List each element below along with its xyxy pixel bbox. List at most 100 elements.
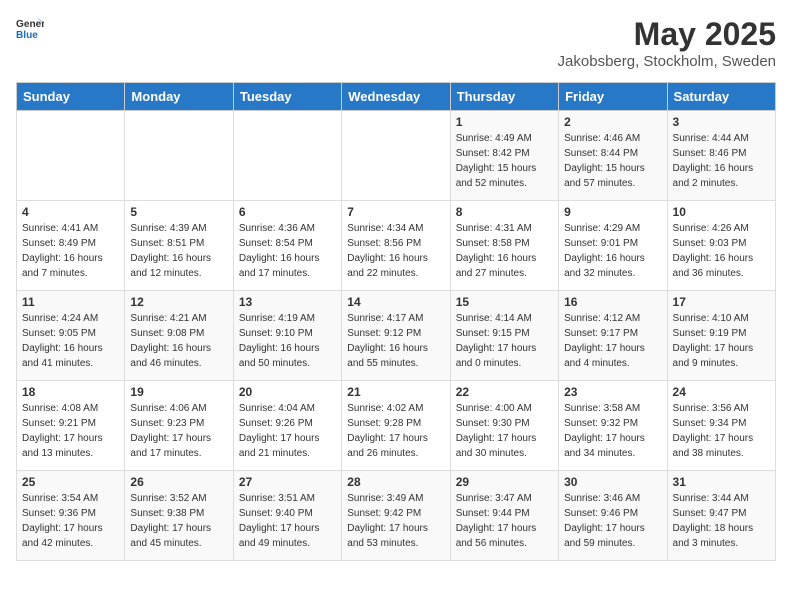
table-row: 3 Sunrise: 4:44 AMSunset: 8:46 PMDaylight… [667, 111, 775, 201]
day-info: Sunrise: 4:12 AMSunset: 9:17 PMDaylight:… [564, 311, 661, 371]
day-info: Sunrise: 3:58 AMSunset: 9:32 PMDaylight:… [564, 401, 661, 461]
calendar-week-row: 18 Sunrise: 4:08 AMSunset: 9:21 PMDayligh… [17, 381, 776, 471]
day-info: Sunrise: 4:02 AMSunset: 9:28 PMDaylight:… [347, 401, 444, 461]
day-info: Sunrise: 4:34 AMSunset: 8:56 PMDaylight:… [347, 221, 444, 281]
day-number: 18 [22, 385, 119, 399]
day-number: 15 [456, 295, 553, 309]
calendar-header-row: Sunday Monday Tuesday Wednesday Thursday… [17, 83, 776, 111]
day-number: 9 [564, 205, 661, 219]
table-row: 14 Sunrise: 4:17 AMSunset: 9:12 PMDayligh… [342, 291, 450, 381]
day-info: Sunrise: 4:14 AMSunset: 9:15 PMDaylight:… [456, 311, 553, 371]
location-subtitle: Jakobsberg, Stockholm, Sweden [558, 53, 776, 70]
day-info: Sunrise: 4:41 AMSunset: 8:49 PMDaylight:… [22, 221, 119, 281]
table-row: 27 Sunrise: 3:51 AMSunset: 9:40 PMDayligh… [233, 471, 341, 561]
table-row: 23 Sunrise: 3:58 AMSunset: 9:32 PMDayligh… [559, 381, 667, 471]
day-info: Sunrise: 4:31 AMSunset: 8:58 PMDaylight:… [456, 221, 553, 281]
day-number: 31 [673, 475, 770, 489]
day-number: 17 [673, 295, 770, 309]
day-number: 21 [347, 385, 444, 399]
day-number: 4 [22, 205, 119, 219]
day-info: Sunrise: 4:39 AMSunset: 8:51 PMDaylight:… [130, 221, 227, 281]
day-info: Sunrise: 4:04 AMSunset: 9:26 PMDaylight:… [239, 401, 336, 461]
day-info: Sunrise: 4:19 AMSunset: 9:10 PMDaylight:… [239, 311, 336, 371]
table-row: 11 Sunrise: 4:24 AMSunset: 9:05 PMDayligh… [17, 291, 125, 381]
table-row: 15 Sunrise: 4:14 AMSunset: 9:15 PMDayligh… [450, 291, 558, 381]
page-header: General Blue May 2025 Jakobsberg, Stockh… [16, 16, 776, 70]
day-number: 7 [347, 205, 444, 219]
day-number: 27 [239, 475, 336, 489]
day-info: Sunrise: 4:08 AMSunset: 9:21 PMDaylight:… [22, 401, 119, 461]
day-info: Sunrise: 3:52 AMSunset: 9:38 PMDaylight:… [130, 491, 227, 551]
table-row: 7 Sunrise: 4:34 AMSunset: 8:56 PMDaylight… [342, 201, 450, 291]
table-row: 19Sunrise: 4:06 AMSunset: 9:23 PMDayligh… [125, 381, 233, 471]
title-block: May 2025 Jakobsberg, Stockholm, Sweden [558, 16, 776, 70]
day-info: Sunrise: 3:49 AMSunset: 9:42 PMDaylight:… [347, 491, 444, 551]
table-row: 16 Sunrise: 4:12 AMSunset: 9:17 PMDayligh… [559, 291, 667, 381]
calendar-table: Sunday Monday Tuesday Wednesday Thursday… [16, 82, 776, 561]
day-info: Sunrise: 4:00 AMSunset: 9:30 PMDaylight:… [456, 401, 553, 461]
day-info: Sunrise: 4:36 AMSunset: 8:54 PMDaylight:… [239, 221, 336, 281]
day-number: 25 [22, 475, 119, 489]
day-number: 20 [239, 385, 336, 399]
day-info: Sunrise: 4:29 AMSunset: 9:01 PMDaylight:… [564, 221, 661, 281]
table-row: 25 Sunrise: 3:54 AMSunset: 9:36 PMDayligh… [17, 471, 125, 561]
table-row [342, 111, 450, 201]
day-info: Sunrise: 3:56 AMSunset: 9:34 PMDaylight:… [673, 401, 770, 461]
day-number: 5 [130, 205, 227, 219]
logo: General Blue [16, 16, 44, 44]
svg-text:General: General [16, 19, 44, 30]
table-row: 5 Sunrise: 4:39 AMSunset: 8:51 PMDaylight… [125, 201, 233, 291]
day-number: 10 [673, 205, 770, 219]
table-row: 22Sunrise: 4:00 AMSunset: 9:30 PMDayligh… [450, 381, 558, 471]
day-number: 23 [564, 385, 661, 399]
table-row: 6 Sunrise: 4:36 AMSunset: 8:54 PMDaylight… [233, 201, 341, 291]
header-friday: Friday [559, 83, 667, 111]
header-sunday: Sunday [17, 83, 125, 111]
day-info: Sunrise: 4:10 AMSunset: 9:19 PMDaylight:… [673, 311, 770, 371]
day-number: 2 [564, 115, 661, 129]
table-row: 4 Sunrise: 4:41 AMSunset: 8:49 PMDaylight… [17, 201, 125, 291]
table-row: 21 Sunrise: 4:02 AMSunset: 9:28 PMDayligh… [342, 381, 450, 471]
day-info: Sunrise: 4:17 AMSunset: 9:12 PMDaylight:… [347, 311, 444, 371]
table-row: 26 Sunrise: 3:52 AMSunset: 9:38 PMDayligh… [125, 471, 233, 561]
table-row: 13Sunrise: 4:19 AMSunset: 9:10 PMDayligh… [233, 291, 341, 381]
day-number: 14 [347, 295, 444, 309]
day-info: Sunrise: 3:44 AMSunset: 9:47 PMDaylight:… [673, 491, 770, 551]
day-info: Sunrise: 4:46 AMSunset: 8:44 PMDaylight:… [564, 131, 661, 191]
day-number: 29 [456, 475, 553, 489]
day-number: 3 [673, 115, 770, 129]
day-info: Sunrise: 3:51 AMSunset: 9:40 PMDaylight:… [239, 491, 336, 551]
table-row: 12Sunrise: 4:21 AMSunset: 9:08 PMDayligh… [125, 291, 233, 381]
svg-text:Blue: Blue [16, 30, 38, 41]
day-info: Sunrise: 4:06 AMSunset: 9:23 PMDaylight:… [130, 401, 227, 461]
header-saturday: Saturday [667, 83, 775, 111]
day-info: Sunrise: 4:49 AMSunset: 8:42 PMDaylight:… [456, 131, 553, 191]
table-row [17, 111, 125, 201]
day-number: 24 [673, 385, 770, 399]
header-tuesday: Tuesday [233, 83, 341, 111]
table-row: 30Sunrise: 3:46 AMSunset: 9:46 PMDayligh… [559, 471, 667, 561]
header-monday: Monday [125, 83, 233, 111]
day-number: 16 [564, 295, 661, 309]
day-number: 30 [564, 475, 661, 489]
table-row: 17 Sunrise: 4:10 AMSunset: 9:19 PMDayligh… [667, 291, 775, 381]
calendar-week-row: 1Sunrise: 4:49 AMSunset: 8:42 PMDaylight… [17, 111, 776, 201]
day-number: 6 [239, 205, 336, 219]
month-year-title: May 2025 [558, 16, 776, 53]
day-number: 26 [130, 475, 227, 489]
day-number: 11 [22, 295, 119, 309]
calendar-week-row: 11 Sunrise: 4:24 AMSunset: 9:05 PMDayligh… [17, 291, 776, 381]
day-info: Sunrise: 3:54 AMSunset: 9:36 PMDaylight:… [22, 491, 119, 551]
table-row: 8Sunrise: 4:31 AMSunset: 8:58 PMDaylight… [450, 201, 558, 291]
day-info: Sunrise: 4:21 AMSunset: 9:08 PMDaylight:… [130, 311, 227, 371]
table-row [233, 111, 341, 201]
day-info: Sunrise: 4:44 AMSunset: 8:46 PMDaylight:… [673, 131, 770, 191]
table-row: 24 Sunrise: 3:56 AMSunset: 9:34 PMDayligh… [667, 381, 775, 471]
table-row [125, 111, 233, 201]
day-info: Sunrise: 4:24 AMSunset: 9:05 PMDaylight:… [22, 311, 119, 371]
header-wednesday: Wednesday [342, 83, 450, 111]
table-row: 2 Sunrise: 4:46 AMSunset: 8:44 PMDaylight… [559, 111, 667, 201]
table-row: 1Sunrise: 4:49 AMSunset: 8:42 PMDaylight… [450, 111, 558, 201]
day-number: 28 [347, 475, 444, 489]
table-row: 10Sunrise: 4:26 AMSunset: 9:03 PMDayligh… [667, 201, 775, 291]
